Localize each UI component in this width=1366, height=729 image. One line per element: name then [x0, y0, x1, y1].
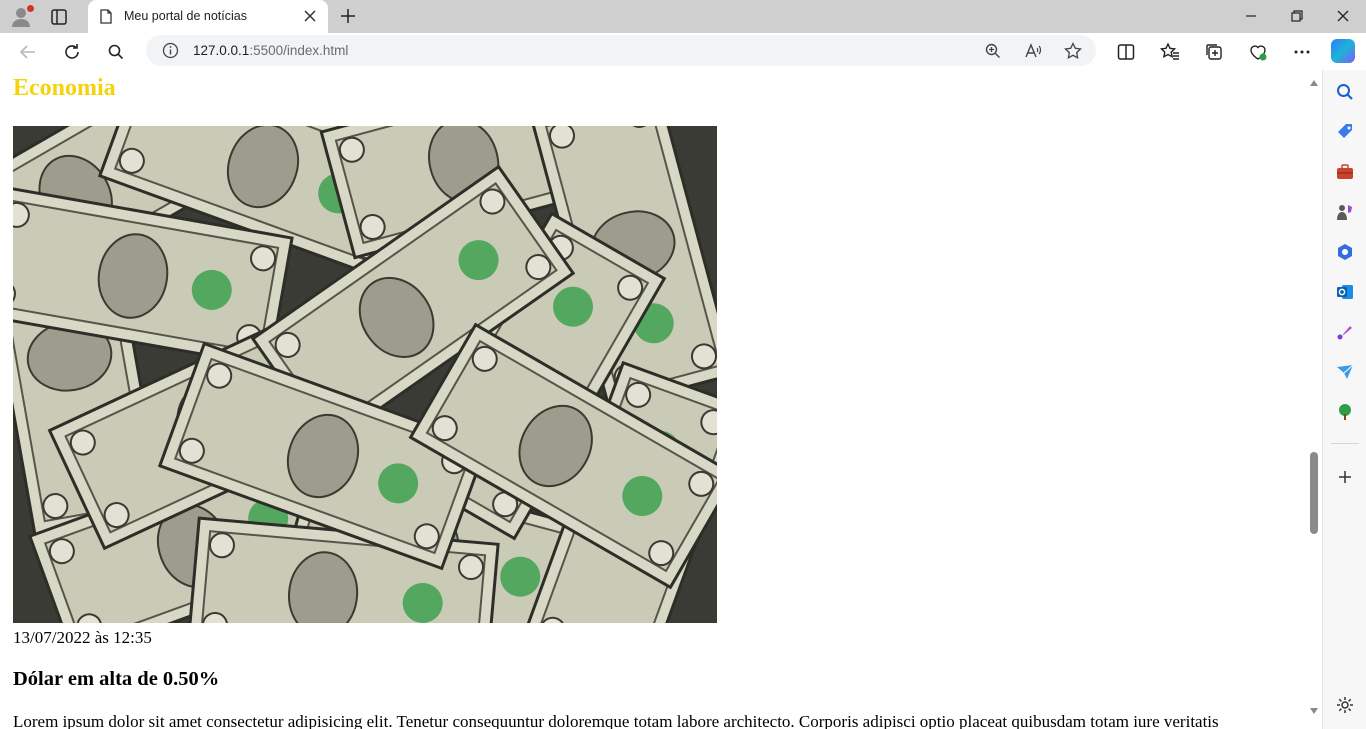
sidebar-games-icon[interactable] [1335, 202, 1355, 222]
edge-sidebar [1322, 70, 1366, 729]
address-bar[interactable]: 127.0.0.1:5500/index.html [146, 35, 1096, 66]
dollar-bills-image [13, 126, 717, 623]
sidebar-add-icon[interactable] [1335, 467, 1355, 487]
sidebar-divider [1331, 443, 1359, 444]
url-text[interactable]: 127.0.0.1:5500/index.html [193, 43, 348, 58]
tab-title: Meu portal de notícias [124, 9, 247, 23]
close-window-icon[interactable] [1336, 9, 1350, 23]
favorite-star-icon[interactable] [1064, 41, 1082, 60]
copilot-icon[interactable] [1331, 39, 1355, 63]
site-info-icon[interactable] [162, 42, 179, 59]
tab-active[interactable]: Meu portal de notícias [88, 0, 328, 33]
dollar-bills-illustration [13, 126, 717, 623]
minimize-icon[interactable] [1244, 9, 1258, 23]
zoom-icon[interactable] [984, 42, 1002, 60]
read-aloud-icon[interactable] [1024, 42, 1042, 60]
scroll-down-arrow-icon[interactable] [1310, 708, 1318, 714]
scroll-thumb[interactable] [1310, 452, 1318, 534]
section-title: Economia [13, 75, 116, 101]
sidebar-tree-icon[interactable] [1335, 402, 1355, 422]
more-options-icon[interactable] [1292, 42, 1312, 62]
scroll-up-arrow-icon[interactable] [1310, 80, 1318, 86]
sidebar-search-icon[interactable] [1335, 82, 1355, 102]
browser-toolbar: 127.0.0.1:5500/index.html [0, 33, 1366, 70]
profile-notification-dot [27, 5, 34, 12]
page-scrollbar[interactable] [1307, 70, 1322, 719]
search-icon[interactable] [106, 42, 126, 62]
page-favicon-icon [100, 9, 112, 24]
tab-close-icon[interactable] [303, 9, 317, 23]
refresh-icon[interactable] [62, 42, 82, 62]
collections-icon[interactable] [1204, 42, 1224, 62]
page-viewport: Economia 13/07/2022 às 12:35 Dólar em al… [0, 70, 1307, 729]
sidebar-tools-icon[interactable] [1335, 162, 1355, 182]
tab-actions-icon[interactable] [50, 8, 68, 26]
browser-title-bar: Meu portal de notícias [0, 0, 1366, 33]
sidebar-designer-icon[interactable] [1335, 322, 1355, 342]
sidebar-settings-gear-icon[interactable] [1335, 695, 1355, 715]
sidebar-shopping-icon[interactable] [1335, 122, 1355, 142]
url-path: :5500/index.html [249, 43, 349, 58]
sidebar-microsoft365-icon[interactable] [1335, 242, 1355, 262]
sidebar-drop-icon[interactable] [1335, 362, 1355, 382]
browser-essentials-icon[interactable] [1248, 42, 1268, 62]
article-headline: Dólar em alta de 0.50% [13, 668, 220, 690]
restore-icon[interactable] [1290, 9, 1304, 23]
sidebar-outlook-icon[interactable] [1335, 282, 1355, 302]
new-tab-icon[interactable] [340, 8, 356, 24]
profile-avatar-icon[interactable] [10, 5, 34, 29]
back-arrow-icon[interactable] [18, 42, 38, 62]
split-screen-icon[interactable] [1116, 42, 1136, 62]
article-body: Lorem ipsum dolor sit amet consectetur a… [13, 712, 1219, 729]
url-host: 127.0.0.1 [193, 43, 250, 58]
article-date: 13/07/2022 às 12:35 [13, 628, 152, 647]
favorites-icon[interactable] [1159, 42, 1180, 62]
